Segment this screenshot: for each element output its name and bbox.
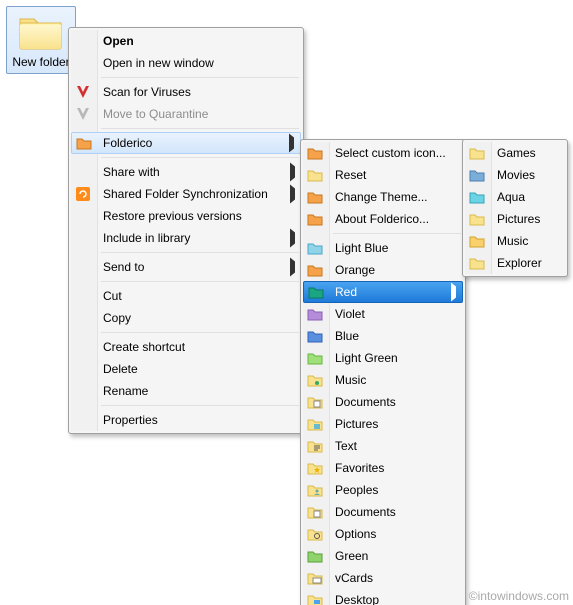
menu-restore-previous[interactable]: Restore previous versions — [71, 205, 301, 227]
item-pictures[interactable]: Pictures — [465, 208, 565, 230]
separator — [101, 252, 299, 253]
color-documents[interactable]: Documents — [303, 391, 463, 413]
menu-reset[interactable]: Reset — [303, 164, 463, 186]
context-menu-main: Open Open in new window Scan for Viruses… — [68, 27, 304, 434]
color-favorites[interactable]: Favorites — [303, 457, 463, 479]
color-desktop[interactable]: Desktop — [303, 589, 463, 605]
menu-create-shortcut[interactable]: Create shortcut — [71, 336, 301, 358]
color-documents2[interactable]: Documents — [303, 501, 463, 523]
watermark: ©intowindows.com — [469, 589, 569, 603]
menu-open-new-window[interactable]: Open in new window — [71, 52, 301, 74]
context-menu-third: Games Movies Aqua Pictures Music Explore… — [462, 139, 568, 277]
folder-orange-icon — [307, 262, 323, 278]
sync-icon — [75, 186, 91, 202]
folder-violet-icon — [307, 306, 323, 322]
color-light-green[interactable]: Light Green — [303, 347, 463, 369]
folder-peoples-icon — [307, 482, 323, 498]
folder-green-icon — [307, 548, 323, 564]
color-options[interactable]: Options — [303, 523, 463, 545]
color-pictures[interactable]: Pictures — [303, 413, 463, 435]
menu-cut[interactable]: Cut — [71, 285, 301, 307]
separator — [101, 405, 299, 406]
menu-scan-viruses[interactable]: Scan for Viruses — [71, 81, 301, 103]
folder-music-icon — [469, 233, 485, 249]
folderico-icon — [76, 135, 92, 151]
color-green[interactable]: Green — [303, 545, 463, 567]
menu-share-with[interactable]: Share with — [71, 161, 301, 183]
item-movies[interactable]: Movies — [465, 164, 565, 186]
menu-select-custom-icon[interactable]: Select custom icon... — [303, 142, 463, 164]
folder-yellow-icon — [307, 167, 323, 183]
submenu-arrow-icon — [290, 167, 295, 178]
folder-red-icon — [308, 284, 324, 300]
menu-shared-folder-sync[interactable]: Shared Folder Synchronization — [71, 183, 301, 205]
menu-move-quarantine: Move to Quarantine — [71, 103, 301, 125]
color-vcards[interactable]: vCards — [303, 567, 463, 589]
color-red[interactable]: Red — [303, 281, 463, 303]
folder-documents-icon — [307, 504, 323, 520]
folder-options-icon — [307, 526, 323, 542]
folder-games-icon — [469, 145, 485, 161]
color-light-blue[interactable]: Light Blue — [303, 237, 463, 259]
submenu-arrow-icon — [290, 189, 295, 200]
color-blue[interactable]: Blue — [303, 325, 463, 347]
desktop-folder-item[interactable]: New folder — [6, 6, 76, 74]
folder-music-icon — [307, 372, 323, 388]
kaspersky-disabled-icon — [75, 106, 91, 122]
separator — [101, 332, 299, 333]
color-music[interactable]: Music — [303, 369, 463, 391]
folder-lightblue-icon — [307, 240, 323, 256]
color-text[interactable]: Text — [303, 435, 463, 457]
folder-desktop-icon — [307, 592, 323, 605]
folder-explorer-icon — [469, 255, 485, 271]
menu-about-folderico[interactable]: About Folderico... — [303, 208, 463, 230]
color-orange[interactable]: Orange — [303, 259, 463, 281]
submenu-arrow-icon — [290, 233, 295, 244]
folder-documents-icon — [307, 394, 323, 410]
menu-send-to[interactable]: Send to — [71, 256, 301, 278]
folder-movies-icon — [469, 167, 485, 183]
item-music[interactable]: Music — [465, 230, 565, 252]
item-aqua[interactable]: Aqua — [465, 186, 565, 208]
submenu-arrow-icon — [289, 138, 294, 149]
separator — [101, 128, 299, 129]
separator — [101, 77, 299, 78]
kaspersky-icon — [75, 84, 91, 100]
menu-delete[interactable]: Delete — [71, 358, 301, 380]
folder-pictures-icon — [469, 211, 485, 227]
separator — [101, 157, 299, 158]
folder-favorites-icon — [307, 460, 323, 476]
submenu-arrow-icon — [290, 262, 295, 273]
item-games[interactable]: Games — [465, 142, 565, 164]
folder-pictures-icon — [307, 416, 323, 432]
color-violet[interactable]: Violet — [303, 303, 463, 325]
desktop-folder-label: New folder — [9, 55, 73, 71]
folder-orange-icon — [307, 145, 323, 161]
menu-copy[interactable]: Copy — [71, 307, 301, 329]
folder-orange-icon — [307, 211, 323, 227]
separator — [333, 233, 461, 234]
item-explorer[interactable]: Explorer — [465, 252, 565, 274]
folder-vcards-icon — [307, 570, 323, 586]
folder-text-icon — [307, 438, 323, 454]
color-peoples[interactable]: Peoples — [303, 479, 463, 501]
menu-folderico[interactable]: Folderico — [71, 132, 301, 154]
menu-include-library[interactable]: Include in library — [71, 227, 301, 249]
folder-lightgreen-icon — [307, 350, 323, 366]
menu-open[interactable]: Open — [71, 30, 301, 52]
folder-aqua-icon — [469, 189, 485, 205]
folder-orange-icon — [307, 189, 323, 205]
folder-icon — [17, 11, 65, 51]
separator — [101, 281, 299, 282]
menu-change-theme[interactable]: Change Theme... — [303, 186, 463, 208]
menu-properties[interactable]: Properties — [71, 409, 301, 431]
context-menu-folderico: Select custom icon... Reset Change Theme… — [300, 139, 466, 605]
menu-rename[interactable]: Rename — [71, 380, 301, 402]
submenu-arrow-icon — [451, 287, 456, 298]
folder-blue-icon — [307, 328, 323, 344]
